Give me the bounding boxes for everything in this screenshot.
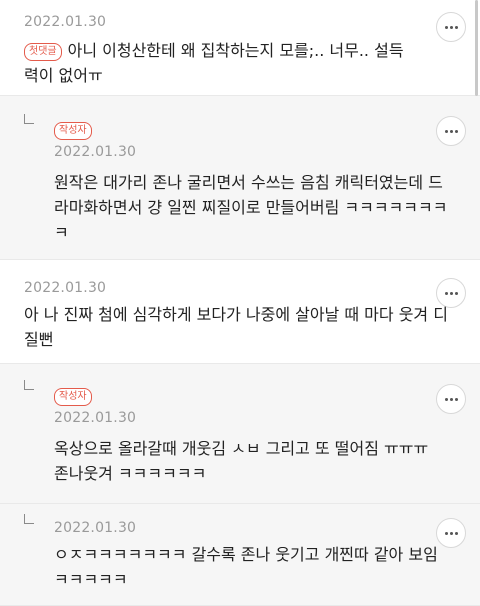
comment-date: 2022.01.30 [24,14,107,30]
reply-arrow-icon [24,514,34,524]
comment-text: 아 나 진짜 첨에 심각하게 보다가 나중에 살아날 때 마다 웃겨 디질뻔 [24,305,448,349]
comment-body: 첫댓글 아니 이청산한테 왜 집착하는지 모를;.. 너무.. 설득력이 없어ㅠ [24,38,404,88]
more-options-button[interactable] [436,116,466,146]
comment-text: 아니 이청산한테 왜 집착하는지 모를;.. 너무.. 설득력이 없어ㅠ [24,41,404,85]
more-options-icon [444,397,458,401]
author-badge: 작성자 [54,388,92,406]
reply-item: 작성자 2022.01.30 원작은 대가리 존나 굴리면서 수쓰는 음침 캐릭… [0,96,480,260]
comment-item: 2022.01.30 첫댓글 아니 이청산한테 왜 집착하는지 모를;.. 너무.… [0,0,480,96]
comment-date: 2022.01.30 [54,520,137,536]
comment-date: 2022.01.30 [24,280,107,296]
reply-item: 작성자 2022.01.30 옥상으로 올라갈때 개웃김 ㅅㅂ 그리고 또 떨어… [0,364,480,504]
comment-date: 2022.01.30 [54,410,137,426]
comment-text: ㅇㅈㅋㅋㅋㅋㅋㅋㅋ 갈수록 존나 웃기고 개찐따 같아 보임ㅋㅋㅋㅋㅋ [54,545,438,589]
more-options-button[interactable] [436,12,466,42]
comment-text: 원작은 대가리 존나 굴리면서 수쓰는 음침 캐릭터였는데 드라마화하면서 걍 … [54,173,448,242]
more-options-button[interactable] [436,384,466,414]
more-options-icon [444,291,458,295]
reply-item: 2022.01.30 ㅇㅈㅋㅋㅋㅋㅋㅋㅋ 갈수록 존나 웃기고 개찐따 같아 보… [0,504,480,606]
first-comment-badge: 첫댓글 [24,43,62,61]
comment-item: 2022.01.30 아 나 진짜 첨에 심각하게 보다가 나중에 살아날 때 … [0,260,480,364]
more-options-icon [444,25,458,29]
comment-text: 옥상으로 올라갈때 개웃김 ㅅㅂ 그리고 또 떨어짐 ㅠㅠㅠ 존나웃겨 ㅋㅋㅋㅋ… [54,439,429,483]
comment-date: 2022.01.30 [54,144,137,160]
more-options-icon [444,531,458,535]
reply-arrow-icon [24,380,34,390]
more-options-icon [444,129,458,133]
scrollbar[interactable] [475,0,478,96]
reply-arrow-icon [24,114,34,124]
author-badge: 작성자 [54,122,92,140]
